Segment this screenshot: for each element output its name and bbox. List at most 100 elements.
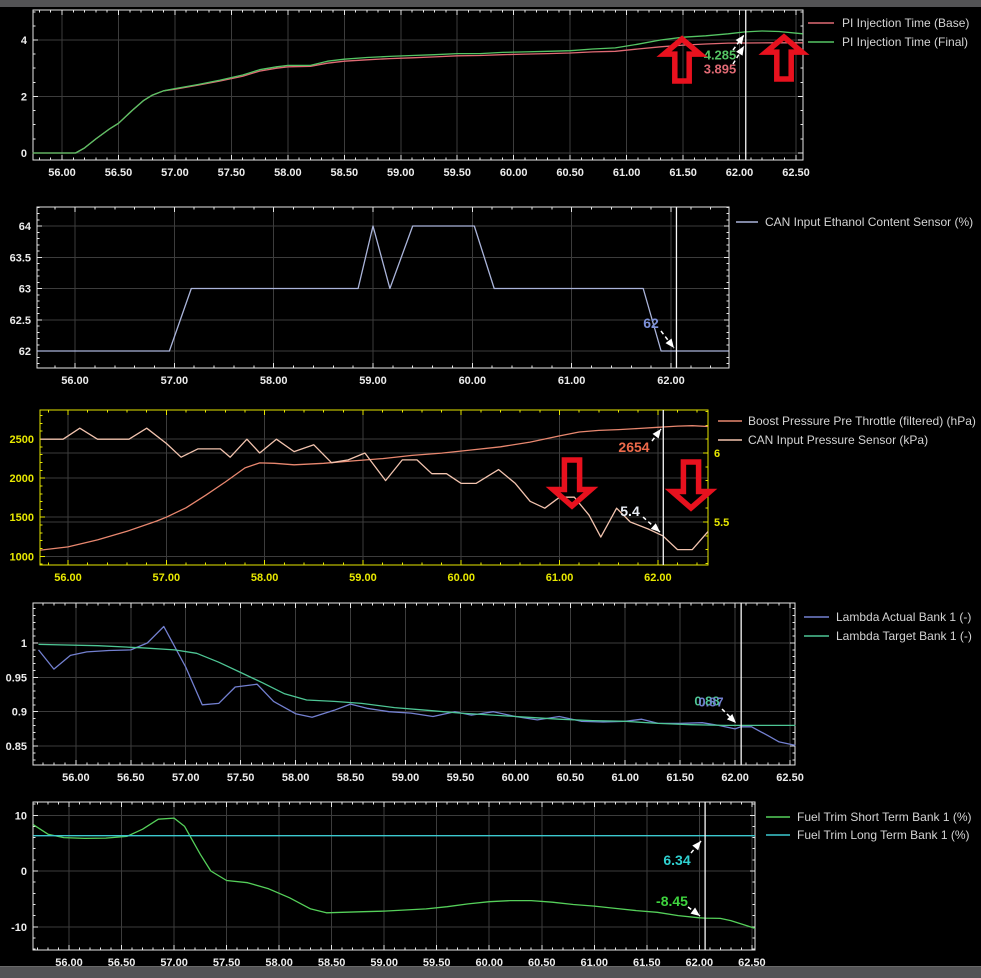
y2-tick-label: 5.5 (714, 517, 729, 529)
log-chart-canvas[interactable]: 56.0056.5057.0057.5058.0058.5059.0059.50… (0, 0, 981, 977)
y-tick-label: 0 (21, 148, 27, 160)
x-tick-label: 61.00 (546, 572, 574, 584)
x-tick-label: 58.00 (251, 572, 279, 584)
legend-entry[interactable]: Lambda Actual Bank 1 (-) (804, 610, 971, 624)
y-tick-label: 64 (19, 221, 32, 233)
axis-labels-ethanol-content: 56.0057.0058.0059.0060.0061.0062.006262.… (10, 221, 685, 387)
x-tick-label: 61.50 (669, 167, 697, 179)
y-tick-label: 1000 (10, 551, 34, 563)
series-line (39, 644, 796, 725)
x-tick-label: 60.00 (447, 572, 475, 584)
x-tick-label: 59.00 (349, 572, 377, 584)
x-tick-label: 60.00 (459, 375, 487, 387)
legend-pi-injection-time: PI Injection Time (Base) PI Injection Tim… (808, 16, 969, 49)
legend-fuel-trim: Fuel Trim Short Term Bank 1 (%) Fuel Trim… (766, 810, 972, 842)
x-tick-label: 56.00 (54, 572, 82, 584)
y-tick-label: 0.9 (12, 707, 27, 719)
x-tick-label: 58.00 (282, 772, 310, 784)
legend-lambda: Lambda Actual Bank 1 (-) Lambda Target Ba… (804, 610, 972, 643)
legend-label: Fuel Trim Short Term Bank 1 (%) (797, 810, 972, 824)
alert-down-arrow-icon (553, 460, 591, 506)
legend-entry[interactable]: PI Injection Time (Base) (808, 16, 969, 30)
cursor-value-label: 62 (643, 315, 659, 331)
x-tick-label: 57.00 (172, 772, 200, 784)
x-tick-label: 56.00 (48, 167, 76, 179)
legend-entry[interactable]: Boost Pressure Pre Throttle (filtered) (… (718, 414, 976, 428)
callout-arrowhead-icon (666, 339, 674, 348)
x-tick-label: 61.50 (666, 772, 694, 784)
chart-panel-fuel-trim: 56.0056.5057.0057.5058.0058.5059.0059.50… (11, 802, 971, 969)
cursor-value-label: 2654 (618, 439, 649, 455)
y-tick-label: 63.5 (10, 252, 31, 264)
chart-panel-boost-pressure: 56.0057.0058.0059.0060.0061.0062.0010001… (10, 410, 976, 584)
ticks-boost-pressure (40, 410, 708, 565)
x-tick-label: 57.00 (161, 375, 189, 387)
ticks-pi-injection-time (33, 10, 803, 160)
callout-arrowhead-icon (691, 908, 700, 916)
x-tick-label: 59.00 (359, 375, 387, 387)
legend-entry[interactable]: Lambda Target Bank 1 (-) (804, 629, 972, 643)
x-tick-label: 59.00 (387, 167, 415, 179)
cursor-value-label: 4.285 (704, 48, 737, 63)
x-tick-label: 58.00 (274, 167, 302, 179)
x-tick-label: 60.50 (556, 167, 584, 179)
x-tick-label: 57.00 (161, 167, 189, 179)
y-tick-label: 2 (21, 91, 27, 103)
y-tick-label: 62 (19, 346, 31, 358)
legend-label: Lambda Actual Bank 1 (-) (836, 610, 971, 624)
x-tick-label: 58.50 (331, 167, 359, 179)
legend-entry[interactable]: CAN Input Ethanol Content Sensor (%) (736, 215, 973, 229)
grid-lambda (33, 603, 795, 765)
legend-entry[interactable]: Fuel Trim Short Term Bank 1 (%) (766, 810, 972, 824)
annotations-pi-injection-time: 4.2853.895 (664, 35, 802, 81)
x-tick-label: 57.00 (153, 572, 181, 584)
ticks-lambda (33, 603, 795, 765)
x-tick-label: 56.00 (62, 772, 90, 784)
legend-label: PI Injection Time (Base) (842, 16, 969, 30)
plot-border-lambda[interactable] (33, 603, 795, 765)
x-tick-label: 57.50 (227, 772, 255, 784)
x-tick-label: 62.00 (726, 167, 754, 179)
legend-entry[interactable]: PI Injection Time (Final) (808, 35, 968, 49)
grid-boost-pressure (40, 410, 708, 565)
ticks-ethanol-content (37, 207, 729, 368)
x-tick-label: 60.00 (502, 772, 530, 784)
grid-fuel-trim (33, 802, 755, 950)
series-line (33, 31, 803, 153)
legend-label: Boost Pressure Pre Throttle (filtered) (… (748, 414, 976, 428)
legend-label: CAN Input Pressure Sensor (kPa) (748, 433, 928, 447)
y-tick-label: 0.95 (6, 672, 27, 684)
legend-entry[interactable]: CAN Input Pressure Sensor (kPa) (718, 433, 928, 447)
x-tick-label: 62.50 (782, 167, 810, 179)
legend-entry[interactable]: Fuel Trim Long Term Bank 1 (%) (766, 828, 970, 842)
y-tick-label: -10 (11, 922, 27, 934)
cursor-value-label: 0.87 (698, 695, 723, 710)
x-tick-label: 56.00 (61, 375, 89, 387)
x-tick-label: 61.00 (611, 772, 639, 784)
legend-label: Fuel Trim Long Term Bank 1 (%) (797, 828, 970, 842)
axis-labels-lambda: 56.0056.5057.0057.5058.0058.5059.0059.50… (6, 638, 804, 784)
cursor-value-label: 3.895 (704, 62, 737, 77)
y-tick-label: 0 (21, 866, 27, 878)
chart-panel-lambda: 56.0056.5057.0057.5058.0058.5059.0059.50… (6, 603, 972, 784)
y-tick-label: 62.5 (10, 315, 31, 327)
x-tick-label: 59.50 (443, 167, 471, 179)
x-tick-label: 60.50 (557, 772, 585, 784)
bottom-chrome-strip (0, 966, 981, 978)
legend-label: PI Injection Time (Final) (842, 35, 968, 49)
legend-label: CAN Input Ethanol Content Sensor (%) (765, 215, 973, 229)
x-tick-label: 61.00 (558, 375, 586, 387)
axis-labels-fuel-trim: 56.0056.5057.0057.5058.0058.5059.0059.50… (11, 810, 766, 969)
x-tick-label: 62.00 (721, 772, 749, 784)
plot-border-boost-pressure[interactable] (40, 410, 708, 565)
x-tick-label: 57.50 (218, 167, 246, 179)
chart-panel-pi-injection-time: 56.0056.5057.0057.5058.0058.5059.0059.50… (21, 10, 970, 179)
y-tick-label: 4 (21, 35, 28, 47)
plot-border-ethanol-content[interactable] (37, 207, 729, 368)
plot-border-pi-injection-time[interactable] (33, 10, 803, 160)
series-line (41, 428, 709, 549)
series-line (39, 627, 796, 746)
series-line (41, 426, 709, 550)
x-tick-label: 59.00 (392, 772, 420, 784)
y-tick-label: 63 (19, 284, 31, 296)
